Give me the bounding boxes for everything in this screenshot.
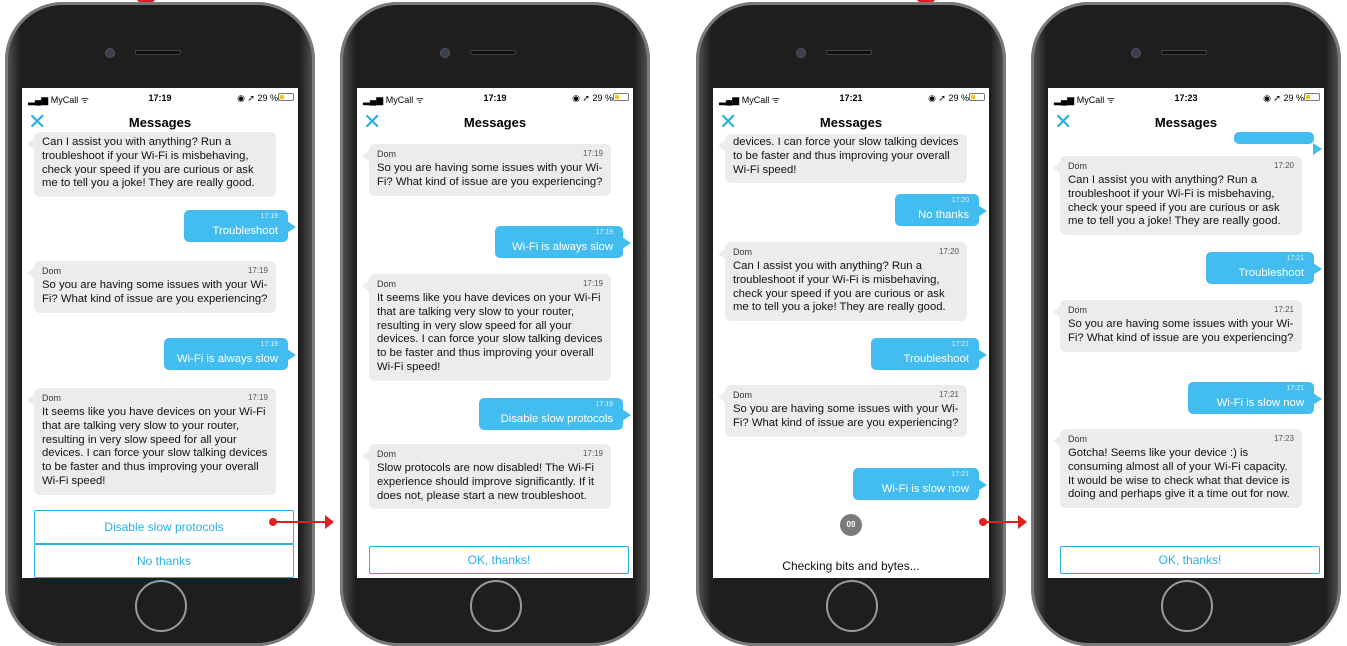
page-title: Messages (128, 115, 192, 130)
flow-arrow (979, 515, 1027, 529)
home-button[interactable] (470, 580, 522, 632)
battery-percent: ◉ ➚ 29 % (1263, 93, 1304, 103)
camera-icon (440, 48, 450, 58)
speaker-grille (135, 50, 181, 55)
battery-icon (278, 93, 294, 101)
no-thanks-button[interactable]: No thanks (34, 544, 294, 578)
disable-slow-protocols-button[interactable]: Disable slow protocols (34, 510, 294, 544)
home-button[interactable] (1161, 580, 1213, 632)
screen: ▂▄▆ MyCall ᯤ 17:19 ◉ ➚ 29 % ✕ Messages C… (22, 88, 298, 578)
incoming-message: devices. I can force your slow talking d… (718, 134, 967, 184)
ok-thanks-button[interactable]: OK, thanks! (369, 546, 629, 574)
battery-icon (613, 93, 629, 101)
camera-icon (796, 48, 806, 58)
outgoing-message: 17:21 Wi-Fi is slow now (853, 468, 987, 500)
phone-3: ▂▄▆ MyCall ᯤ 17:21 ◉ ➚ 29 % ✕ Messages d… (696, 2, 1006, 646)
status-bar: ▂▄▆ MyCall ᯤ 17:21 ◉ ➚ 29 % (713, 88, 989, 108)
home-button[interactable] (826, 580, 878, 632)
chat-thread[interactable]: Dom 17:20 Can I assist you with anything… (1048, 132, 1324, 578)
incoming-message: Dom 17:19 So you are having some issues … (362, 144, 611, 196)
speaker-grille (1161, 50, 1207, 55)
outgoing-message: 17:21 Troubleshoot (1206, 252, 1322, 284)
outgoing-message-partial (1234, 132, 1322, 155)
outgoing-message: 17:19 Disable slow protocols (479, 398, 631, 430)
chat-thread[interactable]: Can I assist you with anything? Run a tr… (22, 132, 298, 578)
outgoing-message: 17:21 Wi-Fi is slow now (1188, 382, 1322, 414)
home-button[interactable] (135, 580, 187, 632)
incoming-message: Can I assist you with anything? Run a tr… (27, 132, 276, 198)
phone-1: ▂▄▆ MyCall ᯤ 17:19 ◉ ➚ 29 % ✕ Messages C… (5, 2, 315, 646)
incoming-message: Dom 17:20 Can I assist you with anything… (1053, 156, 1302, 236)
incoming-message: Dom 17:19 Slow protocols are now disable… (362, 444, 611, 510)
screen: ▂▄▆ MyCall ᯤ 17:19 ◉ ➚ 29 % ✕ Messages D… (357, 88, 633, 578)
status-bar: ▂▄▆ MyCall ᯤ 17:23 ◉ ➚ 29 % (1048, 88, 1324, 108)
incoming-message: Dom 17:21 So you are having some issues … (1053, 300, 1302, 352)
chat-thread[interactable]: devices. I can force your slow talking d… (713, 134, 989, 578)
incoming-message: Dom 17:19 It seems like you have devices… (362, 274, 611, 381)
flow-arrow (269, 515, 334, 529)
chat-thread[interactable]: Dom 17:19 So you are having some issues … (357, 138, 633, 578)
incoming-message: Dom 17:19 So you are having some issues … (27, 261, 276, 313)
outgoing-message: 17:19 Troubleshoot (184, 210, 296, 242)
camera-icon (105, 48, 115, 58)
status-bar: ▂▄▆ MyCall ᯤ 17:19 ◉ ➚ 29 % (22, 88, 298, 108)
battery-icon (969, 93, 985, 101)
camera-icon (1131, 48, 1141, 58)
page-title: Messages (1154, 115, 1218, 130)
outgoing-message: 17:19 Wi-Fi is always slow (495, 226, 631, 258)
speaker-grille (470, 50, 516, 55)
incoming-message: Dom 17:23 Gotcha! Seems like your device… (1053, 429, 1302, 509)
battery-percent: ◉ ➚ 29 % (237, 93, 278, 103)
nav-bar: ✕ Messages (357, 108, 633, 138)
page-title: Messages (463, 115, 527, 130)
outgoing-message: 17:19 Wi-Fi is always slow (164, 338, 296, 370)
outgoing-message: 17:20 No thanks (895, 194, 987, 226)
battery-icon (1304, 93, 1320, 101)
battery-percent: ◉ ➚ 29 % (572, 93, 613, 103)
status-bar: ▂▄▆ MyCall ᯤ 17:19 ◉ ➚ 29 % (357, 88, 633, 108)
battery-percent: ◉ ➚ 29 % (928, 93, 969, 103)
incoming-message: Dom 17:19 It seems like you have devices… (27, 388, 276, 495)
outgoing-message: 17:21 Troubleshoot (871, 338, 987, 370)
page-title: Messages (819, 115, 883, 130)
incoming-message: Dom 17:20 Can I assist you with anything… (718, 242, 967, 322)
screen: ▂▄▆ MyCall ᯤ 17:21 ◉ ➚ 29 % ✕ Messages d… (713, 88, 989, 578)
phone-4: ▂▄▆ MyCall ᯤ 17:23 ◉ ➚ 29 % ✕ Messages D… (1031, 2, 1341, 646)
ok-thanks-button[interactable]: OK, thanks! (1060, 546, 1320, 574)
incoming-message: Dom 17:21 So you are having some issues … (718, 385, 967, 437)
speaker-grille (826, 50, 872, 55)
loading-spinner: 09 (840, 514, 862, 536)
checking-status-text: Checking bits and bytes... (782, 559, 920, 573)
screen: ▂▄▆ MyCall ᯤ 17:23 ◉ ➚ 29 % ✕ Messages D… (1048, 88, 1324, 578)
phone-2: ▂▄▆ MyCall ᯤ 17:19 ◉ ➚ 29 % ✕ Messages D… (340, 2, 650, 646)
